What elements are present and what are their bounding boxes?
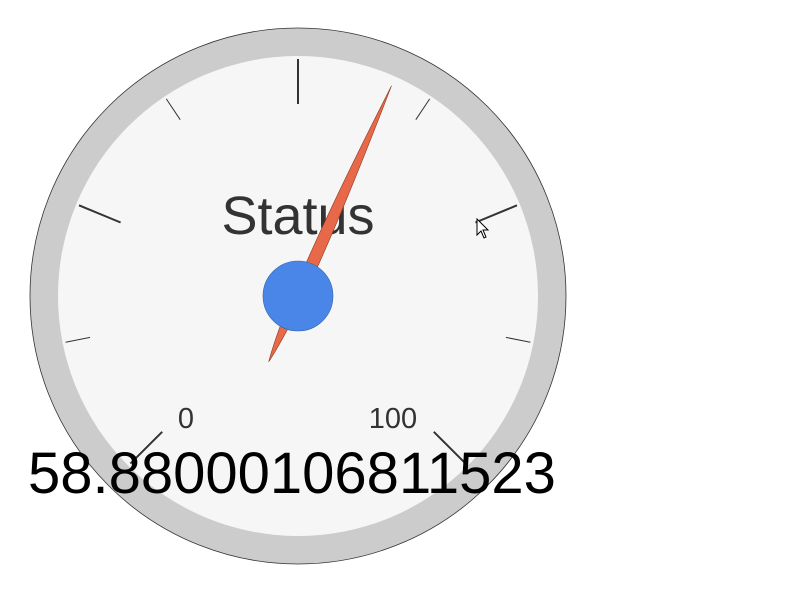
scale-max-label: 100 — [369, 403, 417, 435]
arrow-cursor-icon — [476, 218, 490, 239]
scale-min-label: 0 — [178, 403, 194, 435]
gauge-widget: Status 0 100 58.88000106811523 — [0, 0, 800, 600]
gauge-title: Status — [221, 186, 374, 246]
gauge-chart: Status 0 100 — [29, 27, 567, 565]
value-readout: 58.88000106811523 — [28, 441, 556, 506]
gauge-hub — [262, 260, 334, 332]
